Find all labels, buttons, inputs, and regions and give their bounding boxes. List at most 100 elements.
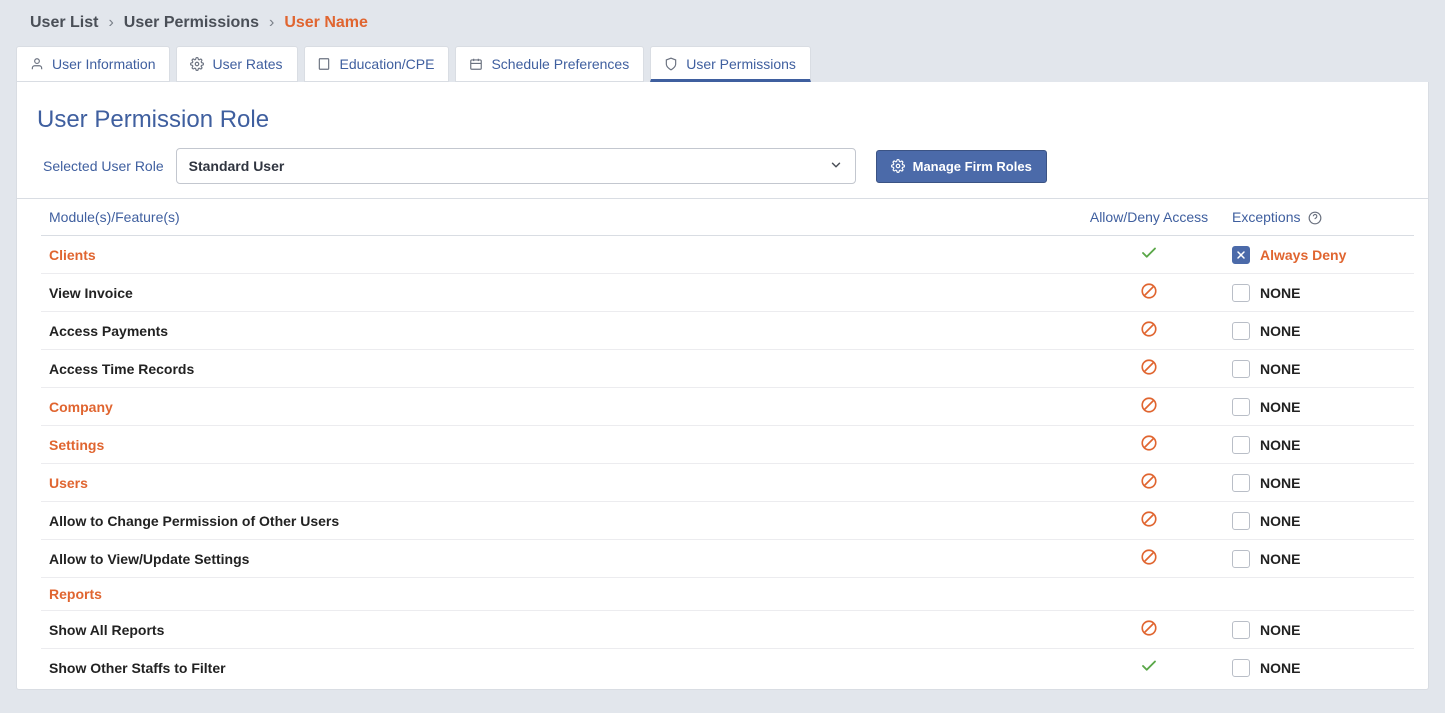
chevron-right-icon: ›: [108, 14, 113, 32]
exception-checkbox[interactable]: [1232, 659, 1250, 677]
access-cell: [1074, 350, 1224, 388]
access-cell: [1074, 611, 1224, 649]
permissions-table: Module(s)/Feature(s) Allow/Deny Access E…: [41, 199, 1414, 679]
exception-cell: NONE: [1224, 426, 1414, 464]
module-row: CompanyNONE: [41, 388, 1414, 426]
exception-cell: NONE: [1224, 540, 1414, 578]
exception-label: Always Deny: [1260, 247, 1346, 263]
exception-label: NONE: [1260, 399, 1300, 415]
role-label: Selected User Role: [43, 158, 164, 174]
module-name: Users: [41, 464, 1074, 502]
exception-cell: NONE: [1224, 312, 1414, 350]
deny-icon: [1140, 282, 1158, 303]
module-row: Reports: [41, 578, 1414, 611]
access-cell: [1074, 426, 1224, 464]
exception-cell: [1224, 578, 1414, 611]
feature-name: Access Time Records: [41, 350, 1074, 388]
column-header-access: Allow/Deny Access: [1074, 199, 1224, 236]
allow-icon: [1140, 244, 1158, 265]
manage-firm-roles-label: Manage Firm Roles: [913, 159, 1032, 174]
role-select-value: Standard User: [189, 158, 285, 174]
exception-checkbox[interactable]: [1232, 322, 1250, 340]
exception-label: NONE: [1260, 285, 1300, 301]
access-cell: [1074, 578, 1224, 611]
tab-label: User Permissions: [686, 56, 796, 72]
feature-name: Allow to Change Permission of Other User…: [41, 502, 1074, 540]
tab-label: User Information: [52, 56, 155, 72]
exception-cell: NONE: [1224, 388, 1414, 426]
exception-checkbox[interactable]: [1232, 512, 1250, 530]
exception-cell: NONE: [1224, 274, 1414, 312]
building-icon: [317, 57, 332, 72]
tab-permissions[interactable]: User Permissions: [650, 46, 811, 82]
exception-label: NONE: [1260, 660, 1300, 676]
exception-checkbox[interactable]: [1232, 360, 1250, 378]
exception-label: NONE: [1260, 475, 1300, 491]
module-name: Settings: [41, 426, 1074, 464]
exception-checkbox[interactable]: [1232, 246, 1250, 264]
help-icon[interactable]: [1308, 211, 1322, 225]
breadcrumb-item[interactable]: User Permissions: [124, 14, 259, 32]
feature-name: Show Other Staffs to Filter: [41, 649, 1074, 679]
exception-label: NONE: [1260, 551, 1300, 567]
deny-icon: [1140, 548, 1158, 569]
access-cell: [1074, 649, 1224, 679]
permissions-panel: User Permission Role Selected User Role …: [16, 82, 1429, 690]
exception-checkbox[interactable]: [1232, 284, 1250, 302]
chevron-right-icon: ›: [269, 14, 274, 32]
deny-icon: [1140, 358, 1158, 379]
breadcrumb: User List › User Permissions › User Name: [0, 0, 1445, 46]
tab-label: Schedule Preferences: [491, 56, 629, 72]
tab-user-info[interactable]: User Information: [16, 46, 170, 82]
gear-icon: [891, 159, 905, 173]
feature-row: Access Time Records NONE: [41, 350, 1414, 388]
feature-name: Show All Reports: [41, 611, 1074, 649]
tab-label: User Rates: [212, 56, 282, 72]
exception-cell: NONE: [1224, 649, 1414, 679]
deny-icon: [1140, 510, 1158, 531]
role-select[interactable]: Standard User: [176, 148, 856, 184]
column-header-module: Module(s)/Feature(s): [41, 199, 1074, 236]
tab-user-rates[interactable]: User Rates: [176, 46, 297, 82]
feature-row: Show All Reports NONE: [41, 611, 1414, 649]
tab-schedule[interactable]: Schedule Preferences: [455, 46, 644, 82]
tab-education[interactable]: Education/CPE: [304, 46, 450, 82]
exception-cell: NONE: [1224, 611, 1414, 649]
exception-checkbox[interactable]: [1232, 550, 1250, 568]
exception-label: NONE: [1260, 622, 1300, 638]
exception-checkbox[interactable]: [1232, 621, 1250, 639]
breadcrumb-item[interactable]: User List: [30, 14, 98, 32]
exception-checkbox[interactable]: [1232, 474, 1250, 492]
exception-cell: Always Deny: [1224, 236, 1414, 274]
feature-row: Access Payments NONE: [41, 312, 1414, 350]
exception-checkbox[interactable]: [1232, 398, 1250, 416]
feature-row: View Invoice NONE: [41, 274, 1414, 312]
feature-row: Allow to View/Update Settings NONE: [41, 540, 1414, 578]
column-header-exceptions: Exceptions: [1224, 199, 1414, 236]
deny-icon: [1140, 396, 1158, 417]
shield-icon: [663, 57, 678, 72]
user-icon: [29, 57, 44, 72]
access-cell: [1074, 312, 1224, 350]
exception-cell: NONE: [1224, 464, 1414, 502]
feature-name: Allow to View/Update Settings: [41, 540, 1074, 578]
exception-cell: NONE: [1224, 350, 1414, 388]
deny-icon: [1140, 434, 1158, 455]
access-cell: [1074, 236, 1224, 274]
manage-firm-roles-button[interactable]: Manage Firm Roles: [876, 150, 1047, 183]
exception-label: NONE: [1260, 437, 1300, 453]
exception-checkbox[interactable]: [1232, 436, 1250, 454]
feature-name: View Invoice: [41, 274, 1074, 312]
allow-icon: [1140, 657, 1158, 678]
tabs: User Information User Rates Education/CPE S…: [0, 46, 1445, 82]
feature-name: Access Payments: [41, 312, 1074, 350]
page-title: User Permission Role: [17, 82, 1428, 148]
deny-icon: [1140, 320, 1158, 341]
feature-row: Allow to Change Permission of Other User…: [41, 502, 1414, 540]
access-cell: [1074, 464, 1224, 502]
module-row: Users NONE: [41, 464, 1414, 502]
tab-label: Education/CPE: [340, 56, 435, 72]
calendar-icon: [468, 57, 483, 72]
exception-label: NONE: [1260, 361, 1300, 377]
feature-row: Show Other Staffs to Filter NONE: [41, 649, 1414, 679]
